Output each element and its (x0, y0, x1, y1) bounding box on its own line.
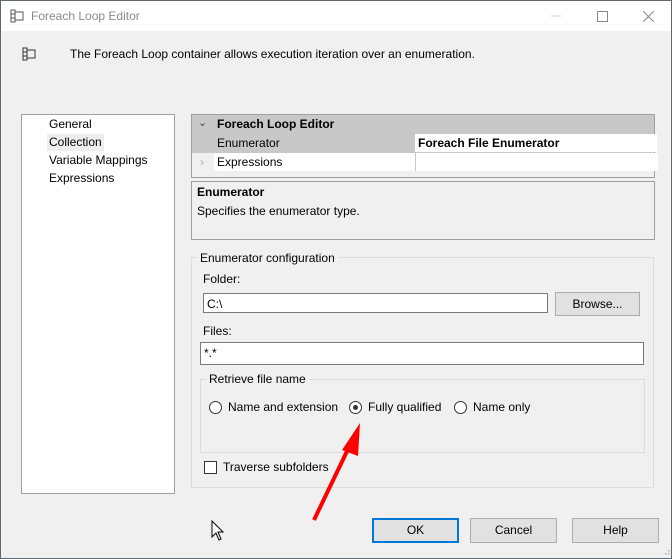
chevron-right-icon[interactable]: › (200, 155, 204, 169)
files-label: Files: (203, 324, 232, 338)
nav-item-general[interactable]: General (47, 116, 94, 133)
minimize-icon (551, 15, 561, 17)
radio-circle-icon[interactable] (454, 400, 467, 414)
mouse-cursor-icon (211, 520, 225, 541)
radio-label: Name only (473, 400, 531, 414)
minimize-button[interactable] (533, 1, 579, 31)
radio-label: Name and extension (228, 400, 339, 414)
ok-button[interactable]: OK (372, 518, 459, 543)
property-name: Enumerator (214, 134, 416, 152)
page-list: General Collection Variable Mappings Exp… (21, 114, 175, 494)
foreach-loop-icon (10, 9, 24, 23)
traverse-subfolders-label: Traverse subfolders (223, 460, 329, 474)
property-row-expressions[interactable]: › Expressions (192, 153, 658, 172)
nav-item-collection[interactable]: Collection (47, 134, 104, 151)
foreach-loop-editor-window: Foreach Loop Editor The Foreach Loop con… (0, 0, 672, 559)
retrieve-file-name-legend: Retrieve file name (206, 372, 309, 386)
radio-checked-icon[interactable] (349, 400, 362, 414)
radio-name-only[interactable]: Name only (454, 400, 530, 414)
traverse-subfolders-checkbox[interactable] (204, 461, 217, 474)
nav-item-expressions[interactable]: Expressions (47, 170, 116, 187)
description-text: Specifies the enumerator type. (197, 204, 360, 218)
maximize-icon (596, 10, 608, 22)
help-button[interactable]: Help (572, 518, 659, 543)
resize-grip-icon[interactable] (663, 549, 671, 557)
property-category[interactable]: ⌄ Foreach Loop Editor (192, 115, 654, 134)
maximize-button[interactable] (579, 1, 625, 31)
title-bar: Foreach Loop Editor (1, 1, 671, 31)
description-title: Enumerator (197, 185, 265, 199)
radio-name-and-extension[interactable]: Name and extension (209, 400, 338, 414)
foreach-loop-icon (22, 47, 36, 61)
folder-input[interactable]: C:\ (203, 293, 548, 313)
window-title: Foreach Loop Editor (31, 9, 140, 23)
property-grid: ⌄ Foreach Loop Editor Enumerator Foreach… (191, 114, 658, 178)
category-label: Foreach Loop Editor (217, 117, 335, 131)
header-description: The Foreach Loop container allows execut… (70, 47, 475, 61)
folder-label: Folder: (203, 272, 241, 286)
nav-item-variable-mappings[interactable]: Variable Mappings (47, 152, 150, 169)
radio-fully-qualified[interactable]: Fully qualified (349, 400, 441, 414)
property-row-enumerator[interactable]: Enumerator Foreach File Enumerator (192, 134, 657, 153)
radio-circle-icon[interactable] (209, 400, 222, 414)
close-icon (642, 10, 654, 22)
description-panel: Enumerator Specifies the enumerator type… (191, 181, 655, 240)
chevron-down-icon[interactable]: ⌄ (198, 116, 207, 129)
radio-label: Fully qualified (368, 400, 442, 414)
retrieve-file-name-group (200, 379, 645, 453)
browse-button[interactable]: Browse... (555, 292, 640, 316)
enumerator-configuration-legend: Enumerator configuration (197, 251, 338, 265)
cancel-button[interactable]: Cancel (470, 518, 557, 543)
files-input[interactable]: *.* (200, 342, 644, 365)
close-button[interactable] (625, 1, 671, 31)
property-value[interactable] (415, 153, 658, 171)
property-name: Expressions (214, 153, 416, 171)
property-value[interactable]: Foreach File Enumerator (415, 134, 657, 152)
